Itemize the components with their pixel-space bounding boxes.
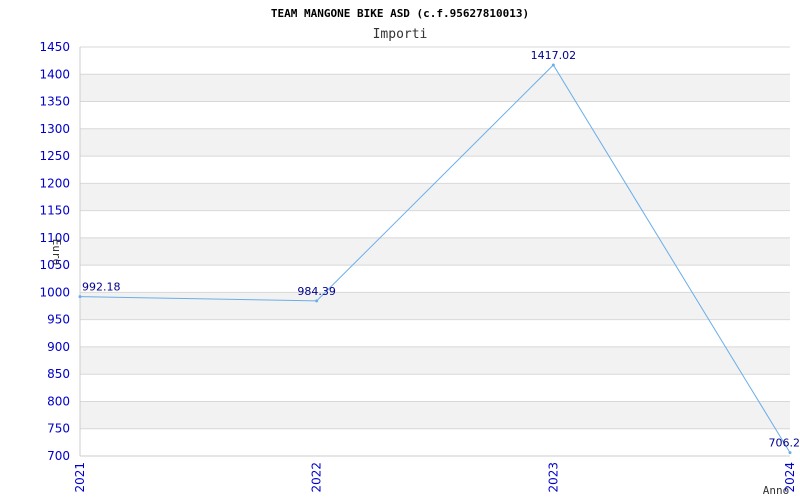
- x-tick-label: 2022: [310, 462, 324, 493]
- background-bands: [80, 74, 790, 429]
- y-tick-label: 1400: [39, 67, 70, 81]
- grid-band: [80, 237, 790, 266]
- data-point: [551, 63, 555, 67]
- x-tick-label: 2021: [73, 462, 87, 493]
- x-axis-label: Anno: [763, 484, 790, 497]
- grid-band: [80, 128, 790, 157]
- grid-band: [80, 74, 790, 102]
- y-tick-label: 1150: [39, 204, 70, 218]
- y-tick-label: 1250: [39, 149, 70, 163]
- chart-title: TEAM MANGONE BIKE ASD (c.f.95627810013): [271, 7, 529, 20]
- y-tick-label: 1200: [39, 176, 70, 190]
- data-label: 984.39: [297, 285, 336, 298]
- y-tick-label: 1300: [39, 122, 70, 136]
- grid-band: [80, 183, 790, 211]
- data-label: 706.2: [769, 437, 800, 450]
- y-tick-label: 1000: [39, 285, 70, 299]
- data-label: 1417.02: [531, 49, 577, 62]
- grid-band: [80, 346, 790, 375]
- data-label: 992.18: [82, 281, 121, 294]
- x-tick-label: 2023: [546, 462, 560, 493]
- data-point: [788, 451, 792, 455]
- y-tick-label: 750: [47, 422, 70, 436]
- y-tick-label: 1450: [39, 40, 70, 54]
- data-point: [78, 295, 82, 299]
- y-tick-label: 850: [47, 367, 70, 381]
- chart-subtitle: Importi: [373, 27, 428, 42]
- x-tick-labels: 2021 2022 2023 2024: [73, 462, 797, 493]
- y-tick-label: 800: [47, 394, 70, 408]
- y-tick-label: 900: [47, 340, 70, 354]
- y-tick-label: 700: [47, 449, 70, 463]
- grid-band: [80, 292, 790, 320]
- y-axis-label: Euro: [50, 239, 63, 266]
- data-point: [315, 299, 319, 303]
- grid-band: [80, 401, 790, 429]
- line-chart: 7007508008509009501000105011001150120012…: [39, 7, 800, 497]
- y-tick-label: 950: [47, 313, 70, 327]
- y-tick-label: 1350: [39, 95, 70, 109]
